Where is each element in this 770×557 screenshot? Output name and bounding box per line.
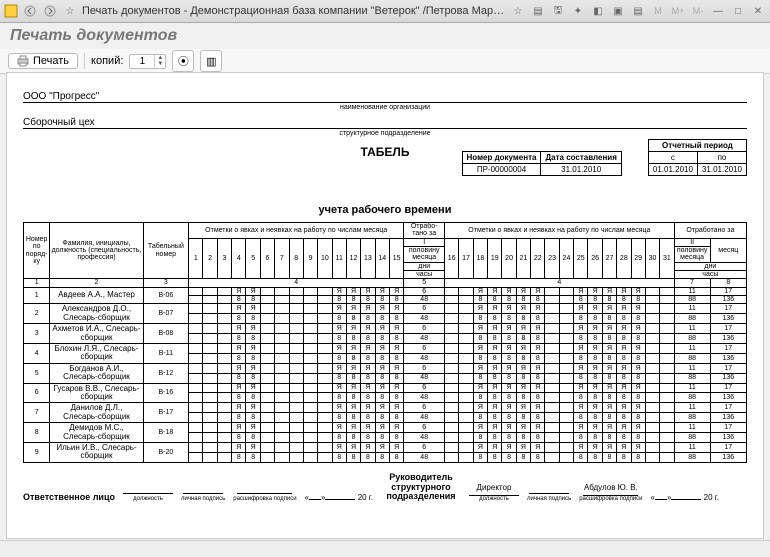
- window-title: Печать документов - Демонстрационная баз…: [82, 5, 506, 17]
- table-row: 7 Данилов Д.Л., Слесарь-сборщик В-17ЯЯЯЯ…: [24, 403, 747, 413]
- sig-rasshif: расшифровка подписи: [233, 496, 296, 502]
- tb-icon-3[interactable]: 🖫: [550, 3, 566, 19]
- tb-icon-5[interactable]: ◧: [590, 3, 606, 19]
- org-caption: наименование организации: [23, 104, 747, 111]
- print-preview-area: ООО "Прогресс" наименование организации …: [6, 72, 764, 539]
- page-title: Печать документов: [0, 23, 770, 49]
- tb-icon-6[interactable]: ▣: [610, 3, 626, 19]
- tb-icon-2[interactable]: ▤: [530, 3, 546, 19]
- doc-title-1: ТАБЕЛЬ: [23, 145, 747, 159]
- tb-icon-7[interactable]: ▤: [630, 3, 646, 19]
- toolbar: Печать копий: ▲▼ ⦿ ▥: [0, 49, 770, 74]
- from-value: 01.01.2010: [648, 164, 697, 176]
- statusbar: [0, 540, 770, 557]
- table-row: 1 Авдеев А.А., Мастер В-06ЯЯЯЯЯЯЯ6ЯЯЯЯЯЯ…: [24, 287, 747, 295]
- date-tail2: «» 20 г.: [651, 487, 719, 502]
- date-value: 31.01.2010: [541, 164, 621, 176]
- table-row: 2 Александров Д.О., Слесарь-сборщик В-07…: [24, 304, 747, 314]
- signatures-footer: Ответственное лицо должность личная подп…: [23, 473, 747, 503]
- star-icon[interactable]: ☆: [62, 3, 78, 19]
- num-value: ПР-00000004: [462, 164, 541, 176]
- printer-icon: [17, 55, 29, 67]
- to-value: 31.01.2010: [697, 164, 746, 176]
- dept-caption: структурное подразделение: [23, 130, 747, 137]
- tb-icon-1[interactable]: ☆: [510, 3, 526, 19]
- dept-name: Сборочный цех: [23, 117, 747, 129]
- close-icon[interactable]: ✕: [750, 3, 766, 19]
- print-button[interactable]: Печать: [8, 53, 78, 69]
- maximize-icon[interactable]: □: [730, 3, 746, 19]
- doc-title-2: учета рабочего времени: [23, 204, 747, 216]
- responsible-label: Ответственное лицо: [23, 492, 115, 502]
- copies-label: копий:: [91, 55, 123, 67]
- print-label: Печать: [33, 55, 69, 67]
- head-name: Абдулов Ю. В.: [583, 483, 638, 496]
- table-row: 6 Гусаров В.В., Слесарь-сборщик В-16ЯЯЯЯ…: [24, 383, 747, 393]
- sig-dolzh: должность: [123, 496, 173, 502]
- spin-down-icon[interactable]: ▼: [155, 61, 165, 67]
- table-row: 9 Ильин И.В., Слесарь-сборщик В-20ЯЯЯЯЯЯ…: [24, 442, 747, 452]
- minimize-icon[interactable]: —: [710, 3, 726, 19]
- nav-back-icon[interactable]: [22, 3, 38, 19]
- window-titlebar: ☆ Печать документов - Демонстрационная б…: [0, 0, 770, 23]
- table-row: 8 Демидов М.С., Слесарь-сборщик В-18ЯЯЯЯ…: [24, 423, 747, 433]
- preview-only-button[interactable]: ⦿: [172, 50, 194, 72]
- head-dolzh: Директор: [469, 483, 519, 496]
- template-button[interactable]: ▥: [200, 50, 222, 72]
- separator: [84, 53, 85, 69]
- table-row: 3 Ахметов И.А., Слесарь-сборщик В-08ЯЯЯЯ…: [24, 324, 747, 334]
- date-tail: «» 20 г.: [305, 487, 373, 502]
- m-plus-label[interactable]: M+: [670, 3, 686, 19]
- org-name: ООО "Прогресс": [23, 91, 747, 103]
- sig-podpis: личная подпись: [181, 496, 225, 502]
- head-label: Руководитель структурного подразделения: [381, 473, 461, 503]
- copies-input[interactable]: [130, 55, 154, 68]
- m-label[interactable]: M: [650, 3, 666, 19]
- copies-stepper[interactable]: ▲▼: [129, 54, 166, 69]
- tb-icon-4[interactable]: ✦: [570, 3, 586, 19]
- table-row: 4 Блохин Л.Я., Слесарь-сборщик В-11ЯЯЯЯЯ…: [24, 344, 747, 354]
- table-row: 5 Богданов А.И., Слесарь-сборщик В-12ЯЯЯ…: [24, 363, 747, 373]
- nav-fwd-icon[interactable]: [42, 3, 58, 19]
- m-minus-label[interactable]: M-: [690, 3, 706, 19]
- timesheet-table: Номер по поряд-ку Фамилия, инициалы, дол…: [23, 222, 747, 463]
- app-icon: [4, 4, 18, 18]
